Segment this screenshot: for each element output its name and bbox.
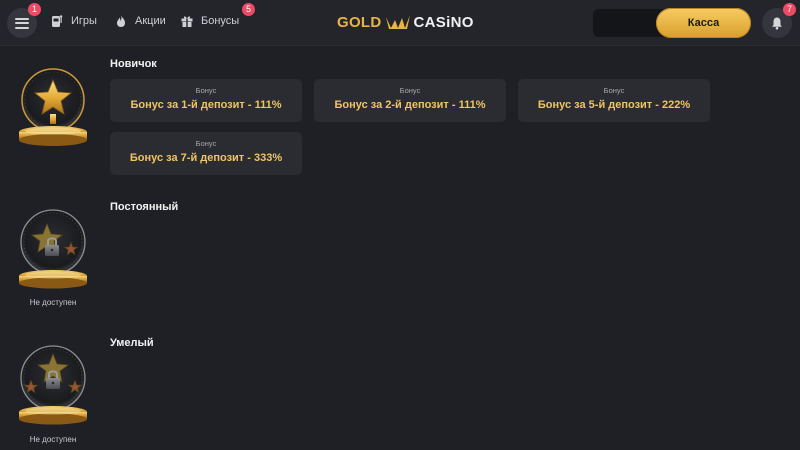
level-title: Умелый (110, 337, 154, 349)
top-bar: 1 Игры Акции Бонусы 5 GOLD CASiNO Касса … (0, 0, 800, 46)
locked-trophy-icon (19, 345, 87, 425)
bonus-card[interactable]: Бонус Бонус за 1-й депозит - 111% (110, 79, 302, 122)
nav-bonuses-label: Бонусы (201, 15, 240, 27)
bonus-caption: Бонус (399, 86, 421, 95)
nav-bonuses[interactable]: Бонусы (180, 14, 239, 28)
notifications-badge: 7 (783, 3, 796, 16)
bonus-title: Бонус за 7-й депозит - 333% (129, 152, 283, 164)
bonus-title: Бонус за 2-й депозит - 111% (334, 99, 486, 111)
bonus-caption: Бонус (195, 139, 217, 148)
logo-gold-text: GOLD (337, 13, 382, 31)
bonus-caption: Бонус (603, 86, 625, 95)
bonuses-badge: 5 (242, 3, 255, 16)
bonus-title: Бонус за 1-й депозит - 111% (130, 99, 282, 111)
nav-games-label: Игры (71, 15, 97, 27)
cashier-button[interactable]: Касса (656, 8, 751, 38)
nav-promotions-label: Акции (135, 15, 166, 27)
nav-promotions[interactable]: Акции (114, 14, 166, 28)
bonus-title: Бонус за 5-й депозит - 222% (537, 99, 691, 111)
trophy-star-icon (19, 68, 87, 146)
flame-icon (114, 14, 128, 28)
logo-casino-text: CASiNO (413, 13, 474, 31)
bell-icon (772, 17, 782, 30)
bonus-card[interactable]: Бонус Бонус за 5-й депозит - 222% (518, 79, 710, 122)
crown-icon (385, 15, 410, 29)
gift-icon (180, 14, 194, 28)
level-title: Постоянный (110, 201, 179, 213)
slot-machine-icon (50, 14, 64, 28)
bonus-caption: Бонус (195, 86, 217, 95)
level-status: Не доступен (29, 435, 77, 444)
nav-games[interactable]: Игры (50, 14, 97, 28)
logo[interactable]: GOLD CASiNO (337, 11, 474, 33)
level-title: Новичок (110, 58, 157, 70)
level-status: Не доступен (29, 298, 77, 307)
menu-badge: 1 (28, 3, 41, 16)
bonus-card[interactable]: Бонус Бонус за 7-й депозит - 333% (110, 132, 302, 175)
bonus-card[interactable]: Бонус Бонус за 2-й депозит - 111% (314, 79, 506, 122)
hamburger-icon (15, 17, 29, 29)
locked-trophy-icon (19, 209, 87, 289)
